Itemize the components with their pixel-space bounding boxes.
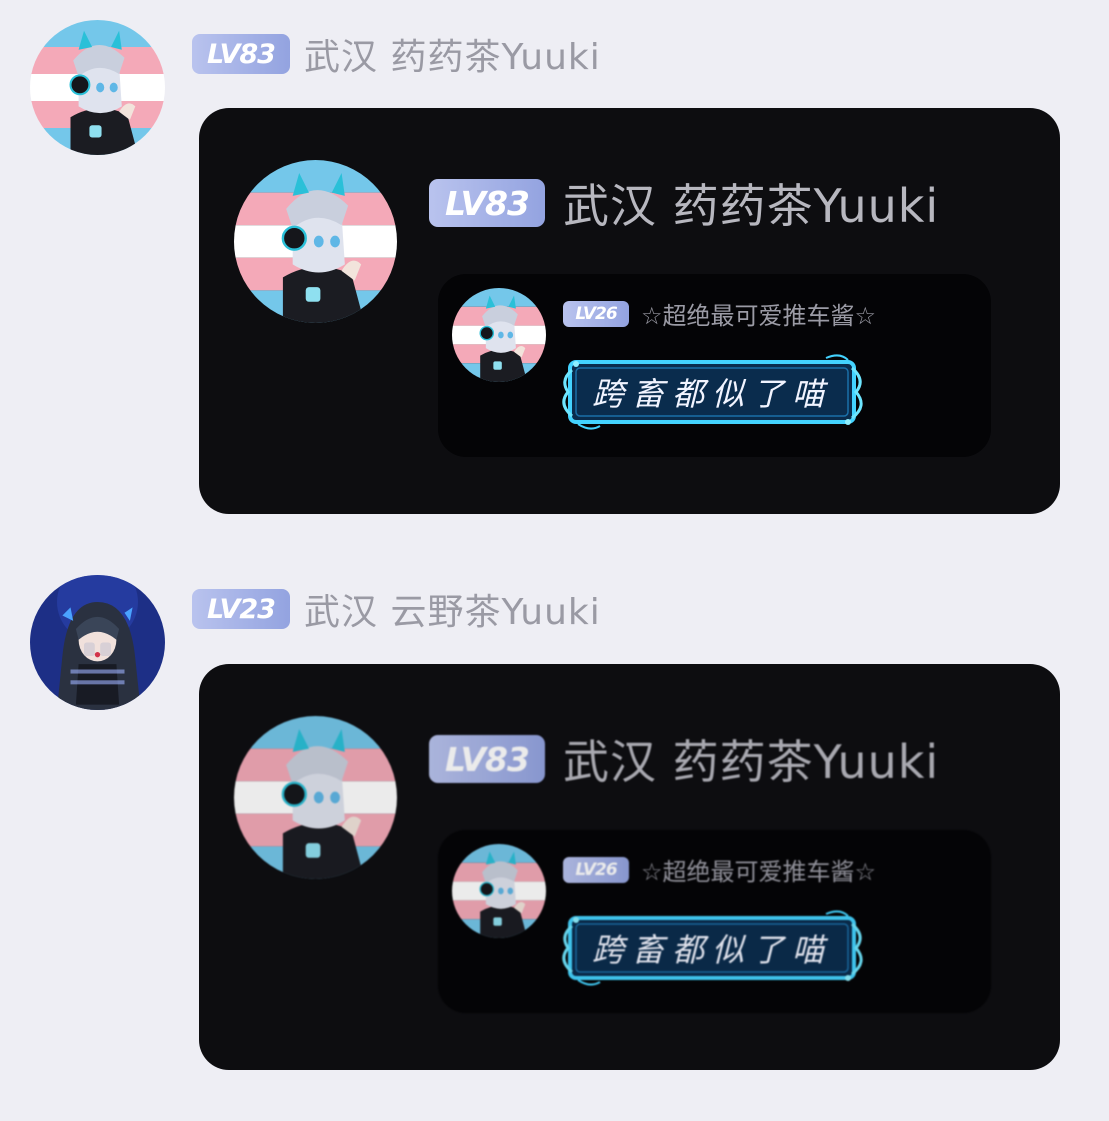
message-bubble-image[interactable]: LV83 武汉 药药茶Yuuki LV26 ☆超绝最可爱推车酱☆ 跨畜都似了喵: [199, 108, 1060, 514]
level-badge: LV83: [429, 179, 545, 227]
sender-info: LV83 武汉 药药茶Yuuki: [192, 28, 601, 80]
quoted-sender-info: LV83 武汉 药药茶Yuuki: [429, 726, 939, 792]
nested-sender-info: LV26 ☆超绝最可爱推车酱☆: [563, 852, 876, 887]
quoted-sender-name: 武汉 药药茶Yuuki: [563, 179, 940, 233]
title-badge: 跨畜都似了喵: [556, 906, 868, 990]
sender-name[interactable]: 武汉 云野茶Yuuki: [304, 583, 601, 635]
quoted-avatar-icon: [234, 716, 397, 879]
nested-sender-name: ☆超绝最可爱推车酱☆: [641, 302, 877, 330]
nested-message-card: LV26 ☆超绝最可爱推车酱☆ 跨畜都似了喵: [438, 274, 991, 457]
level-badge: LV26: [563, 856, 629, 883]
level-badge: LV23: [192, 589, 290, 629]
quoted-avatar-icon: [234, 160, 397, 323]
sender-avatar-icon[interactable]: [30, 575, 165, 710]
nested-sender-name: ☆超绝最可爱推车酱☆: [641, 858, 877, 886]
quoted-sender-name: 武汉 药药茶Yuuki: [563, 735, 940, 789]
nested-message-card: LV26 ☆超绝最可爱推车酱☆ 跨畜都似了喵: [438, 830, 991, 1013]
nested-avatar-icon: [452, 288, 546, 382]
level-badge: LV83: [192, 34, 290, 74]
message-bubble-image[interactable]: LV83 武汉 药药茶Yuuki LV26 ☆超绝最可爱推车酱☆ 跨畜都似了喵: [199, 664, 1060, 1070]
sender-avatar-icon[interactable]: [30, 20, 165, 155]
nested-sender-info: LV26 ☆超绝最可爱推车酱☆: [563, 296, 876, 331]
sender-info: LV23 武汉 云野茶Yuuki: [192, 583, 601, 635]
badge-text: 跨畜都似了喵: [591, 931, 832, 969]
level-badge: LV83: [429, 735, 545, 783]
sender-name[interactable]: 武汉 药药茶Yuuki: [304, 28, 601, 80]
title-badge: 跨畜都似了喵: [556, 350, 868, 434]
badge-text: 跨畜都似了喵: [591, 375, 832, 413]
level-badge: LV26: [563, 300, 629, 327]
quoted-sender-info: LV83 武汉 药药茶Yuuki: [429, 170, 939, 236]
nested-avatar-icon: [452, 844, 546, 938]
